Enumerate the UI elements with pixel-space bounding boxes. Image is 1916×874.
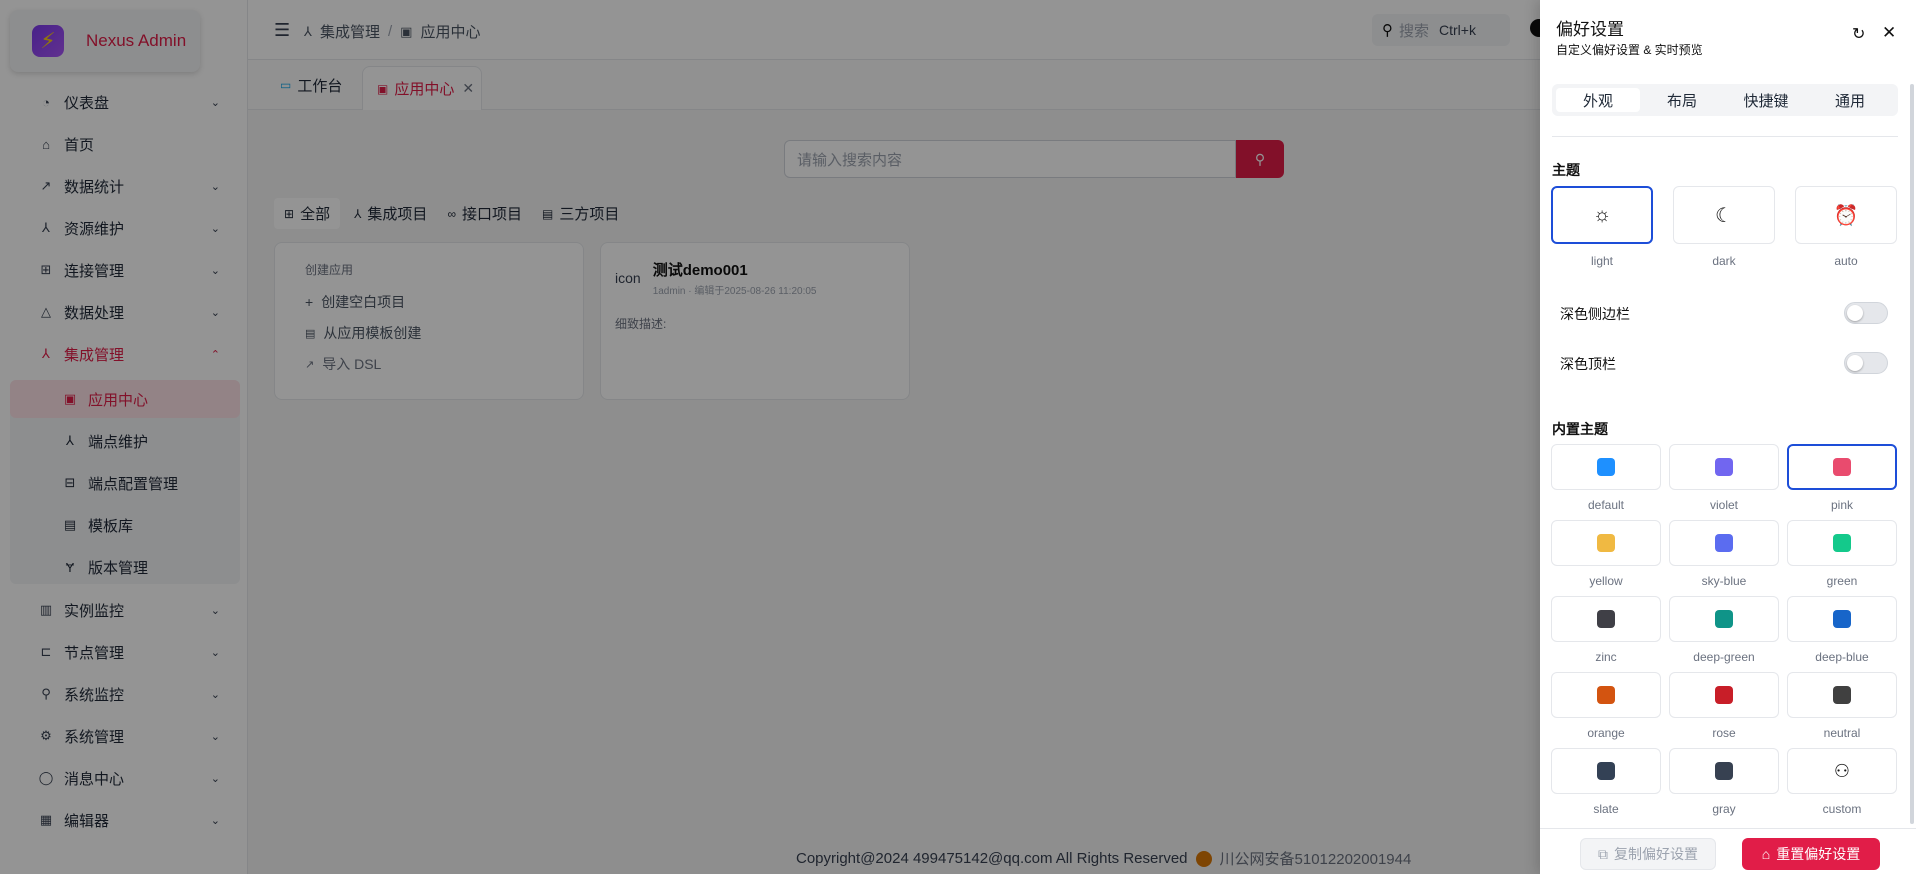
theme-swatch-zinc[interactable]: [1551, 596, 1661, 642]
color-swatch: [1715, 686, 1733, 704]
app-root: ⚡ Nexus Admin ◔ 仪表盘 ⌄ ⌂ 首页 ↗ 数据统计 ⌄ ⅄ 资源…: [0, 0, 1916, 874]
toggle-label: 深色顶栏: [1560, 356, 1616, 372]
color-swatch: [1715, 458, 1733, 476]
theme-label: deep-green: [1693, 650, 1755, 664]
tab-label: 快捷键: [1743, 92, 1789, 110]
theme-label: rose: [1712, 726, 1736, 740]
theme-mode-light[interactable]: ☼: [1551, 186, 1653, 244]
color-swatch: [1833, 686, 1851, 704]
divider: [1552, 136, 1898, 137]
theme-swatch-custom[interactable]: ⚇: [1787, 748, 1897, 794]
theme-swatch-default[interactable]: [1551, 444, 1661, 490]
color-swatch: [1833, 610, 1851, 628]
color-swatch: [1715, 534, 1733, 552]
user-plus-icon: ⚇: [1833, 760, 1851, 781]
theme-swatch-green[interactable]: [1787, 520, 1897, 566]
theme-mode-auto[interactable]: ⏰: [1795, 186, 1897, 244]
mode-label: auto: [1834, 254, 1858, 268]
divider: [1540, 828, 1916, 829]
button-label: 复制偏好设置: [1614, 846, 1698, 862]
theme-swatch-yellow[interactable]: [1551, 520, 1661, 566]
color-swatch: [1715, 610, 1733, 628]
modal-overlay[interactable]: [0, 0, 1540, 874]
color-swatch: [1833, 458, 1851, 476]
theme-swatch-rose[interactable]: [1669, 672, 1779, 718]
theme-swatch-slate[interactable]: [1551, 748, 1661, 794]
toggle-knob: [1847, 355, 1863, 371]
theme-label: custom: [1822, 802, 1862, 816]
theme-swatch-deep-blue[interactable]: [1787, 596, 1897, 642]
copy-icon: ⧉: [1598, 845, 1608, 862]
theme-label: yellow: [1589, 574, 1623, 588]
toggle-knob: [1847, 305, 1863, 321]
preferences-tabs: 外观 布局 快捷键 通用: [1552, 84, 1898, 116]
reset-icon: ⌂: [1761, 846, 1771, 862]
section-theme-title: 主题: [1552, 162, 1580, 178]
moon-icon: ☾: [1715, 204, 1733, 227]
button-label: 重置偏好设置: [1776, 846, 1861, 862]
theme-swatch-violet[interactable]: [1669, 444, 1779, 490]
color-swatch: [1833, 534, 1851, 552]
copy-preferences-button[interactable]: ⧉ 复制偏好设置: [1580, 838, 1716, 870]
theme-swatch-gray[interactable]: [1669, 748, 1779, 794]
theme-label: deep-blue: [1815, 650, 1869, 664]
tab-layout[interactable]: 布局: [1640, 88, 1724, 112]
theme-swatch-deep-green[interactable]: [1669, 596, 1779, 642]
theme-label: pink: [1830, 498, 1853, 512]
panel-title: 偏好设置: [1556, 20, 1624, 39]
sun-icon: ☼: [1592, 203, 1612, 226]
tab-appearance[interactable]: 外观: [1556, 88, 1640, 112]
color-swatch: [1597, 686, 1615, 704]
theme-label: green: [1826, 574, 1858, 588]
dark-sidebar-toggle[interactable]: [1844, 302, 1888, 324]
tab-label: 外观: [1582, 92, 1613, 110]
panel-subtitle: 自定义偏好设置 & 实时预览: [1556, 43, 1703, 57]
color-swatch: [1597, 458, 1615, 476]
tab-label: 通用: [1834, 92, 1865, 110]
toggle-label: 深色侧边栏: [1560, 306, 1630, 322]
theme-label: zinc: [1595, 650, 1617, 664]
scrollbar[interactable]: [1910, 84, 1914, 824]
theme-label: gray: [1712, 802, 1736, 816]
color-swatch: [1597, 610, 1615, 628]
reset-preferences-button[interactable]: ⌂ 重置偏好设置: [1742, 838, 1880, 870]
theme-swatch-neutral[interactable]: [1787, 672, 1897, 718]
tab-label: 布局: [1666, 92, 1697, 110]
theme-label: slate: [1593, 802, 1619, 816]
theme-mode-dark[interactable]: ☾: [1673, 186, 1775, 244]
reset-icon[interactable]: ↻: [1852, 24, 1865, 44]
theme-label: violet: [1709, 498, 1738, 512]
theme-label: default: [1587, 498, 1625, 512]
color-swatch: [1597, 534, 1615, 552]
mode-label: light: [1590, 254, 1613, 268]
alarm-icon: ⏰: [1833, 204, 1859, 227]
color-swatch: [1715, 762, 1733, 780]
mode-label: dark: [1712, 254, 1736, 268]
tab-general[interactable]: 通用: [1808, 88, 1892, 112]
theme-label: sky-blue: [1701, 574, 1747, 588]
theme-swatch-orange[interactable]: [1551, 672, 1661, 718]
theme-swatch-pink[interactable]: [1787, 444, 1897, 490]
theme-label: orange: [1587, 726, 1625, 740]
section-builtin-title: 内置主题: [1552, 421, 1608, 437]
tab-shortcuts[interactable]: 快捷键: [1724, 88, 1808, 112]
theme-swatch-sky-blue[interactable]: [1669, 520, 1779, 566]
color-swatch: [1597, 762, 1615, 780]
close-icon[interactable]: ✕: [1882, 23, 1896, 43]
theme-label: neutral: [1823, 726, 1861, 740]
dark-header-toggle[interactable]: [1844, 352, 1888, 374]
